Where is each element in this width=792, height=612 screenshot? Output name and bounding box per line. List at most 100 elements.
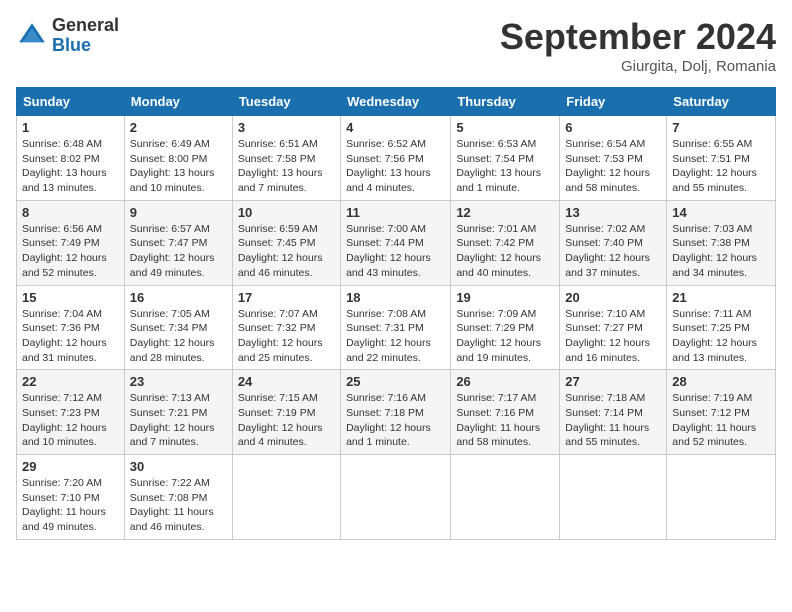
day-number: 8 xyxy=(22,205,119,220)
day-info: Sunrise: 6:49 AM Sunset: 8:00 PM Dayligh… xyxy=(130,137,227,196)
day-info: Sunrise: 6:48 AM Sunset: 8:02 PM Dayligh… xyxy=(22,137,119,196)
day-info: Sunrise: 6:53 AM Sunset: 7:54 PM Dayligh… xyxy=(456,137,554,196)
day-number: 3 xyxy=(238,120,335,135)
day-number: 13 xyxy=(565,205,661,220)
day-info: Sunrise: 7:11 AM Sunset: 7:25 PM Dayligh… xyxy=(672,307,770,366)
day-number: 22 xyxy=(22,374,119,389)
calendar-week-1: 1 Sunrise: 6:48 AM Sunset: 8:02 PM Daylig… xyxy=(17,116,776,201)
calendar-week-2: 8Sunrise: 6:56 AM Sunset: 7:49 PM Daylig… xyxy=(17,200,776,285)
day-info: Sunrise: 6:55 AM Sunset: 7:51 PM Dayligh… xyxy=(672,137,770,196)
day-info: Sunrise: 6:57 AM Sunset: 7:47 PM Dayligh… xyxy=(130,222,227,281)
day-info: Sunrise: 7:03 AM Sunset: 7:38 PM Dayligh… xyxy=(672,222,770,281)
day-number: 11 xyxy=(346,205,445,220)
day-info: Sunrise: 6:52 AM Sunset: 7:56 PM Dayligh… xyxy=(346,137,445,196)
logo: General Blue xyxy=(16,16,119,56)
day-info: Sunrise: 7:07 AM Sunset: 7:32 PM Dayligh… xyxy=(238,307,335,366)
day-info: Sunrise: 7:20 AM Sunset: 7:10 PM Dayligh… xyxy=(22,476,119,535)
calendar-cell: 5 Sunrise: 6:53 AM Sunset: 7:54 PM Daylig… xyxy=(451,116,560,201)
day-number: 26 xyxy=(456,374,554,389)
logo-general: General xyxy=(52,16,119,36)
calendar-week-3: 15Sunrise: 7:04 AM Sunset: 7:36 PM Dayli… xyxy=(17,285,776,370)
title-block: September 2024 Giurgita, Dolj, Romania xyxy=(500,16,776,75)
weekday-header-wednesday: Wednesday xyxy=(341,88,451,116)
day-info: Sunrise: 7:15 AM Sunset: 7:19 PM Dayligh… xyxy=(238,391,335,450)
calendar-cell: 27 Sunrise: 7:18 AM Sunset: 7:14 PM Dayli… xyxy=(560,370,667,455)
calendar-cell: 6Sunrise: 6:54 AM Sunset: 7:53 PM Daylig… xyxy=(560,116,667,201)
calendar-cell: 28Sunrise: 7:19 AM Sunset: 7:12 PM Dayli… xyxy=(667,370,776,455)
day-number: 6 xyxy=(565,120,661,135)
day-number: 10 xyxy=(238,205,335,220)
calendar-cell: 7 Sunrise: 6:55 AM Sunset: 7:51 PM Daylig… xyxy=(667,116,776,201)
calendar-cell: 20 Sunrise: 7:10 AM Sunset: 7:27 PM Dayli… xyxy=(560,285,667,370)
day-info: Sunrise: 7:08 AM Sunset: 7:31 PM Dayligh… xyxy=(346,307,445,366)
day-number: 20 xyxy=(565,290,661,305)
calendar-cell: 1 Sunrise: 6:48 AM Sunset: 8:02 PM Daylig… xyxy=(17,116,125,201)
day-number: 28 xyxy=(672,374,770,389)
weekday-header-thursday: Thursday xyxy=(451,88,560,116)
day-number: 5 xyxy=(456,120,554,135)
day-number: 4 xyxy=(346,120,445,135)
weekday-header-row: SundayMondayTuesdayWednesdayThursdayFrid… xyxy=(17,88,776,116)
day-number: 30 xyxy=(130,459,227,474)
day-number: 16 xyxy=(130,290,227,305)
calendar-cell xyxy=(560,455,667,540)
calendar-cell: 22 Sunrise: 7:12 AM Sunset: 7:23 PM Dayli… xyxy=(17,370,125,455)
day-number: 23 xyxy=(130,374,227,389)
day-number: 12 xyxy=(456,205,554,220)
day-info: Sunrise: 7:04 AM Sunset: 7:36 PM Dayligh… xyxy=(22,307,119,366)
day-number: 21 xyxy=(672,290,770,305)
day-info: Sunrise: 7:01 AM Sunset: 7:42 PM Dayligh… xyxy=(456,222,554,281)
day-info: Sunrise: 7:00 AM Sunset: 7:44 PM Dayligh… xyxy=(346,222,445,281)
day-info: Sunrise: 7:09 AM Sunset: 7:29 PM Dayligh… xyxy=(456,307,554,366)
calendar-cell: 21 Sunrise: 7:11 AM Sunset: 7:25 PM Dayli… xyxy=(667,285,776,370)
calendar-cell: 16 Sunrise: 7:05 AM Sunset: 7:34 PM Dayli… xyxy=(124,285,232,370)
calendar-cell: 15Sunrise: 7:04 AM Sunset: 7:36 PM Dayli… xyxy=(17,285,125,370)
day-number: 29 xyxy=(22,459,119,474)
day-info: Sunrise: 7:18 AM Sunset: 7:14 PM Dayligh… xyxy=(565,391,661,450)
calendar-cell: 17 Sunrise: 7:07 AM Sunset: 7:32 PM Dayli… xyxy=(232,285,340,370)
day-number: 27 xyxy=(565,374,661,389)
day-info: Sunrise: 6:59 AM Sunset: 7:45 PM Dayligh… xyxy=(238,222,335,281)
calendar-cell: 12 Sunrise: 7:01 AM Sunset: 7:42 PM Dayli… xyxy=(451,200,560,285)
calendar-week-4: 22 Sunrise: 7:12 AM Sunset: 7:23 PM Dayli… xyxy=(17,370,776,455)
page-header: General Blue September 2024 Giurgita, Do… xyxy=(16,16,776,75)
month-title: September 2024 xyxy=(500,16,776,58)
calendar-cell: 4 Sunrise: 6:52 AM Sunset: 7:56 PM Daylig… xyxy=(341,116,451,201)
calendar-cell: 18 Sunrise: 7:08 AM Sunset: 7:31 PM Dayli… xyxy=(341,285,451,370)
day-number: 19 xyxy=(456,290,554,305)
calendar-cell: 25Sunrise: 7:16 AM Sunset: 7:18 PM Dayli… xyxy=(341,370,451,455)
weekday-header-friday: Friday xyxy=(560,88,667,116)
day-info: Sunrise: 7:02 AM Sunset: 7:40 PM Dayligh… xyxy=(565,222,661,281)
day-info: Sunrise: 7:10 AM Sunset: 7:27 PM Dayligh… xyxy=(565,307,661,366)
calendar-cell: 23 Sunrise: 7:13 AM Sunset: 7:21 PM Dayli… xyxy=(124,370,232,455)
calendar-cell xyxy=(232,455,340,540)
logo-blue: Blue xyxy=(52,36,119,56)
calendar-cell: 14Sunrise: 7:03 AM Sunset: 7:38 PM Dayli… xyxy=(667,200,776,285)
logo-text: General Blue xyxy=(52,16,119,56)
day-info: Sunrise: 7:17 AM Sunset: 7:16 PM Dayligh… xyxy=(456,391,554,450)
calendar-cell: 9Sunrise: 6:57 AM Sunset: 7:47 PM Daylig… xyxy=(124,200,232,285)
day-number: 2 xyxy=(130,120,227,135)
day-info: Sunrise: 7:12 AM Sunset: 7:23 PM Dayligh… xyxy=(22,391,119,450)
calendar-cell: 29 Sunrise: 7:20 AM Sunset: 7:10 PM Dayli… xyxy=(17,455,125,540)
day-info: Sunrise: 7:13 AM Sunset: 7:21 PM Dayligh… xyxy=(130,391,227,450)
calendar-cell: 30Sunrise: 7:22 AM Sunset: 7:08 PM Dayli… xyxy=(124,455,232,540)
calendar-cell xyxy=(667,455,776,540)
calendar-table: SundayMondayTuesdayWednesdayThursdayFrid… xyxy=(16,87,776,540)
calendar-cell: 11 Sunrise: 7:00 AM Sunset: 7:44 PM Dayli… xyxy=(341,200,451,285)
calendar-week-5: 29 Sunrise: 7:20 AM Sunset: 7:10 PM Dayli… xyxy=(17,455,776,540)
day-info: Sunrise: 7:05 AM Sunset: 7:34 PM Dayligh… xyxy=(130,307,227,366)
day-number: 25 xyxy=(346,374,445,389)
logo-icon xyxy=(16,20,48,52)
calendar-cell: 8Sunrise: 6:56 AM Sunset: 7:49 PM Daylig… xyxy=(17,200,125,285)
day-number: 7 xyxy=(672,120,770,135)
day-number: 17 xyxy=(238,290,335,305)
calendar-cell: 24 Sunrise: 7:15 AM Sunset: 7:19 PM Dayli… xyxy=(232,370,340,455)
calendar-cell: 19 Sunrise: 7:09 AM Sunset: 7:29 PM Dayli… xyxy=(451,285,560,370)
day-number: 1 xyxy=(22,120,119,135)
calendar-cell xyxy=(451,455,560,540)
day-number: 24 xyxy=(238,374,335,389)
calendar-cell xyxy=(341,455,451,540)
day-number: 18 xyxy=(346,290,445,305)
weekday-header-monday: Monday xyxy=(124,88,232,116)
